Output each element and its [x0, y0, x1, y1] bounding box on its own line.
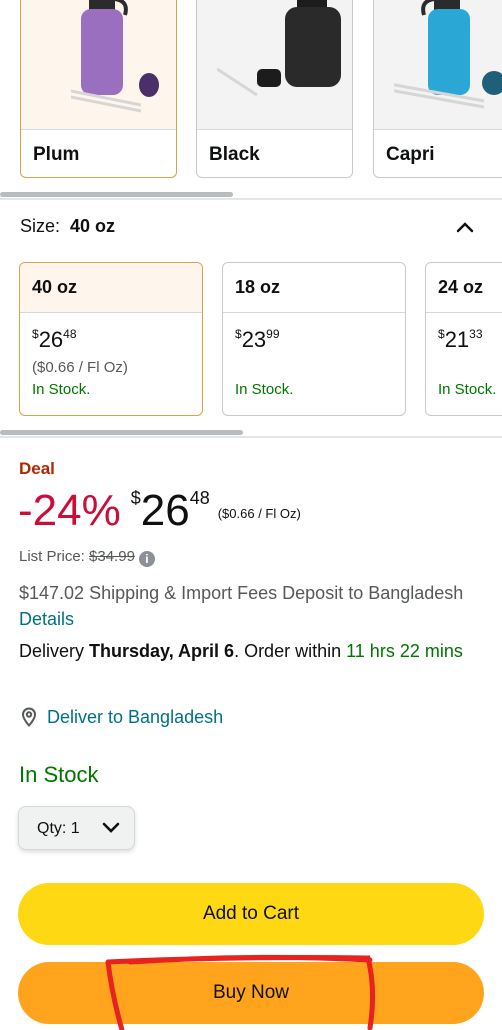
color-option-capri[interactable]: Capri [373, 0, 502, 178]
details-link[interactable]: Details [19, 609, 74, 629]
unit-price: ($0.66 / Fl Oz) [217, 506, 301, 521]
size-option-40oz[interactable]: 40 oz $2648 ($0.66 / Fl Oz) In Stock. [19, 262, 203, 416]
color-carousel-scrollbar[interactable] [0, 192, 233, 197]
stock-status: In Stock [19, 762, 99, 787]
color-label: Plum [21, 129, 176, 177]
size-heading: Size: 40 oz [20, 216, 115, 237]
divider [0, 198, 502, 200]
color-option-plum[interactable]: Plum [20, 0, 177, 178]
deal-badge: Deal [19, 459, 55, 478]
size-option-unit-price: ($0.66 / Fl Oz) [32, 359, 128, 376]
size-option-price: $2399 [235, 327, 280, 352]
quantity-dropdown[interactable]: Qty: 1 [18, 806, 135, 850]
info-icon[interactable]: i [138, 551, 155, 567]
size-option-unit-price [426, 353, 502, 377]
product-image-capri [374, 0, 502, 129]
quantity-value: 1 [70, 820, 80, 837]
chevron-down-icon [102, 822, 120, 833]
size-selected-value: 40 oz [70, 216, 116, 236]
price-row: -24% $2648 ($0.66 / Fl Oz) [18, 486, 301, 542]
size-option-24oz[interactable]: 24 oz $2133 In Stock. [425, 262, 502, 416]
shipping-fees: $147.02 Shipping & Import Fees Deposit t… [19, 583, 464, 629]
chevron-up-icon[interactable] [454, 216, 476, 238]
color-selector: Plum Black Capri [0, 0, 502, 200]
product-image-black [197, 0, 352, 129]
size-option-name: 18 oz [223, 263, 405, 313]
delivery-info: Delivery Thursday, April 6. Order within… [19, 641, 463, 661]
color-option-black[interactable]: Black [196, 0, 353, 178]
size-option-18oz[interactable]: 18 oz $2399 In Stock. [222, 262, 406, 416]
color-label: Capri [374, 129, 502, 177]
size-option-unit-price [223, 353, 405, 377]
buy-now-button[interactable]: Buy Now [18, 962, 484, 1024]
size-option-stock: In Stock. [32, 381, 91, 398]
list-price-value: $34.99 [89, 548, 135, 565]
size-option-stock: In Stock. [235, 381, 294, 398]
divider [0, 436, 502, 438]
size-option-price: $2648 [32, 327, 77, 352]
size-option-name: 24 oz [426, 263, 502, 313]
product-image-plum [21, 0, 176, 129]
size-option-name: 40 oz [20, 263, 202, 313]
size-option-stock: In Stock. [438, 381, 497, 398]
size-option-price: $2133 [438, 327, 483, 352]
color-label: Black [197, 129, 352, 177]
location-pin-icon [21, 707, 37, 727]
size-label: Size: [20, 216, 61, 236]
deliver-to-link[interactable]: Deliver to Bangladesh [19, 707, 223, 728]
discount-percentage: -24% [18, 486, 121, 535]
current-price: $2648 [130, 486, 210, 535]
list-price: List Price: $34.99 i [19, 548, 155, 567]
delivery-date: Thursday, April 6 [89, 641, 235, 661]
add-to-cart-button[interactable]: Add to Cart [18, 883, 484, 945]
quantity-label: Qty: 1 [37, 820, 80, 837]
delivery-countdown: 11 hrs 22 mins [346, 641, 463, 661]
size-carousel-scrollbar[interactable] [0, 430, 243, 435]
